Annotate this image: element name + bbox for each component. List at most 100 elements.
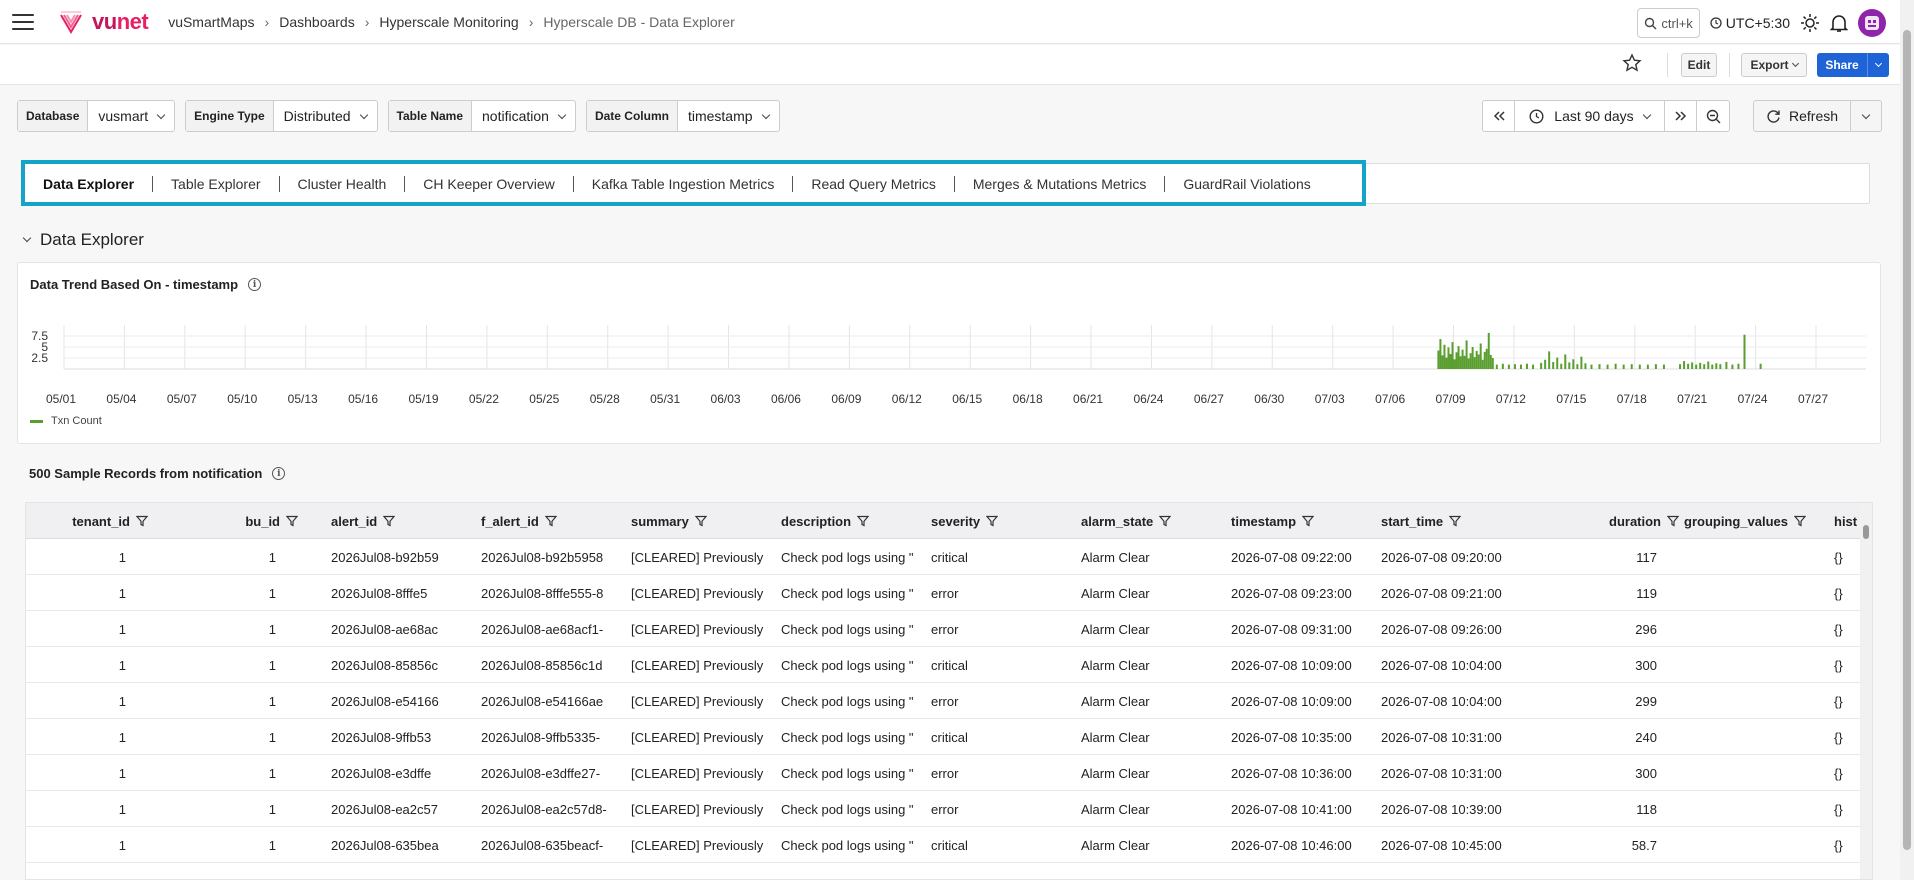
filter-icon[interactable] <box>857 515 870 527</box>
column-header[interactable]: duration <box>1531 503 1679 539</box>
table-row[interactable]: 1 1 2026Jul08-8fffe5 2026Jul08-8fffe555-8 [C… <box>26 575 1861 611</box>
column-header[interactable]: summary <box>631 503 781 539</box>
tab-kafka-ingestion[interactable]: Kafka Table Ingestion Metrics <box>574 175 794 192</box>
table-row[interactable]: 1 1 2026Jul08-85856c 2026Jul08-85856c1d [CLE… <box>26 647 1861 683</box>
tab-cluster-health[interactable]: Cluster Health <box>280 175 406 192</box>
tab-merges-mutations[interactable]: Merges & Mutations Metrics <box>955 175 1166 192</box>
column-header-label: start_time <box>1381 513 1444 529</box>
filter-icon[interactable] <box>136 515 148 527</box>
tab-table-explorer[interactable]: Table Explorer <box>153 175 280 192</box>
clock-icon <box>1710 17 1722 29</box>
table-row[interactable]: 1 1 2026Jul08-e3dffe 2026Jul08-e3dffe27- [CL… <box>26 755 1861 791</box>
filter-label: Engine Type <box>186 101 274 131</box>
breadcrumb-item[interactable]: Hyperscale Monitoring <box>379 14 518 30</box>
global-search[interactable]: ctrl+k <box>1637 8 1700 38</box>
share-dropdown-toggle[interactable] <box>1867 53 1889 77</box>
avatar[interactable] <box>1858 9 1886 37</box>
scroll-thumb[interactable] <box>1863 525 1869 539</box>
table-cell: 2026Jul08-ae68ac <box>331 621 438 637</box>
filter-icon[interactable] <box>383 515 396 527</box>
chart-bar <box>1638 364 1641 369</box>
chart-bar <box>1759 363 1762 369</box>
column-header[interactable]: timestamp <box>1231 503 1381 539</box>
legend-swatch <box>30 419 43 423</box>
column-header[interactable]: alert_id <box>331 503 481 539</box>
page-scrollbar[interactable] <box>1900 0 1914 880</box>
scroll-thumb[interactable] <box>1903 30 1911 850</box>
database-filter[interactable]: Database vusmart <box>17 100 176 132</box>
table-row[interactable]: 1 1 2026Jul08-ae68ac 2026Jul08-ae68acf1- [CL… <box>26 611 1861 647</box>
chart-bar <box>1725 361 1728 369</box>
column-header[interactable]: severity <box>931 503 1081 539</box>
sun-icon[interactable] <box>1800 13 1820 33</box>
time-shift-back-button[interactable] <box>1483 101 1515 131</box>
export-button[interactable]: Export <box>1741 53 1807 77</box>
column-header[interactable]: bu_id <box>148 503 298 539</box>
table-cell: Alarm Clear <box>1081 765 1150 781</box>
table-cell: Alarm Clear <box>1081 801 1150 817</box>
column-header[interactable]: start_time <box>1381 503 1531 539</box>
tab-ch-keeper-overview[interactable]: CH Keeper Overview <box>405 175 574 192</box>
date-column-filter[interactable]: Date Column timestamp <box>585 100 780 132</box>
chart-bar <box>1580 356 1583 369</box>
breadcrumb-item[interactable]: Dashboards <box>279 14 355 30</box>
edit-button[interactable]: Edit <box>1681 53 1717 77</box>
table-cell <box>1684 755 1831 791</box>
logo[interactable]: vunet <box>58 9 149 35</box>
table-cell <box>1684 611 1831 647</box>
section-header[interactable]: Data Explorer <box>22 230 144 250</box>
table-cell: 2026-07-08 10:31:00 <box>1381 765 1502 781</box>
bell-icon[interactable] <box>1830 13 1848 33</box>
refresh-button[interactable]: Refresh <box>1754 101 1852 131</box>
chart-bar <box>1584 363 1587 369</box>
filter-icon[interactable] <box>1302 515 1315 527</box>
table-row[interactable]: 1 1 2026Jul08-9ffb53 2026Jul08-9ffb5335- [CL… <box>26 719 1861 755</box>
column-header[interactable]: grouping_values <box>1684 503 1834 539</box>
filter-icon[interactable] <box>1667 515 1679 527</box>
table-scrollbar[interactable] <box>1860 503 1872 879</box>
tab-data-explorer[interactable]: Data Explorer <box>25 175 154 192</box>
refresh-interval-dropdown[interactable] <box>1851 110 1881 119</box>
column-header[interactable]: alarm_state <box>1081 503 1231 539</box>
table-row[interactable]: 1 1 2026Jul08-ea2c57 2026Jul08-ea2c57d8- [CL… <box>26 791 1861 827</box>
filter-icon[interactable] <box>694 515 707 527</box>
timezone-selector[interactable]: UTC+5:30 <box>1710 15 1790 31</box>
chart-bar <box>1449 354 1452 369</box>
column-header[interactable]: description <box>781 503 931 539</box>
table-cell: 2026-07-08 10:31:00 <box>1381 729 1502 745</box>
engine-type-filter[interactable]: Engine Type Distributed <box>185 100 378 132</box>
menu-icon[interactable] <box>12 13 34 30</box>
table-cell: 2026-07-08 10:35:00 <box>1231 729 1352 745</box>
filter-icon[interactable] <box>1794 515 1807 527</box>
info-icon[interactable]: i <box>272 467 286 480</box>
table-cell: 1 <box>118 549 126 565</box>
time-range-select[interactable]: Last 90 days <box>1515 101 1665 131</box>
column-header[interactable]: tenant_id <box>26 503 148 539</box>
column-header[interactable]: f_alert_id <box>481 503 631 539</box>
time-shift-forward-button[interactable] <box>1665 101 1697 131</box>
chart-bar <box>1465 340 1468 369</box>
table-cell: Alarm Clear <box>1081 657 1150 673</box>
table-name-filter[interactable]: Table Name notification <box>387 100 576 132</box>
x-tick-label: 07/21 <box>1677 392 1707 406</box>
filter-icon[interactable] <box>286 515 298 527</box>
chart-bar <box>1463 355 1466 369</box>
table-row[interactable]: 1 1 2026Jul08-b92b59 2026Jul08-b92b5958 [CLE… <box>26 539 1861 575</box>
star-icon[interactable] <box>1622 53 1642 73</box>
table-cell: 1 <box>268 621 276 637</box>
table-row[interactable]: 1 1 2026Jul08-635bea 2026Jul08-635beacf- [CL… <box>26 827 1861 863</box>
filter-icon[interactable] <box>544 515 557 527</box>
filter-icon[interactable] <box>1449 515 1462 527</box>
tab-read-query-metrics[interactable]: Read Query Metrics <box>793 175 955 192</box>
table-row[interactable]: 1 1 2026Jul08-e54166 2026Jul08-e54166ae [CLE… <box>26 683 1861 719</box>
x-tick-label: 06/12 <box>892 392 922 406</box>
filter-icon[interactable] <box>986 515 999 527</box>
table-cell: 2026-07-08 10:04:00 <box>1381 693 1502 709</box>
table-cell: Check pod logs using " <box>781 621 914 637</box>
tab-guardrail-violations[interactable]: GuardRail Violations <box>1165 176 1328 192</box>
zoom-out-button[interactable] <box>1697 101 1729 131</box>
filter-icon[interactable] <box>1159 515 1172 527</box>
chart-legend[interactable]: Txn Count <box>30 415 102 427</box>
breadcrumb-item[interactable]: vuSmartMaps <box>168 14 254 30</box>
share-button[interactable]: Share <box>1817 53 1889 77</box>
